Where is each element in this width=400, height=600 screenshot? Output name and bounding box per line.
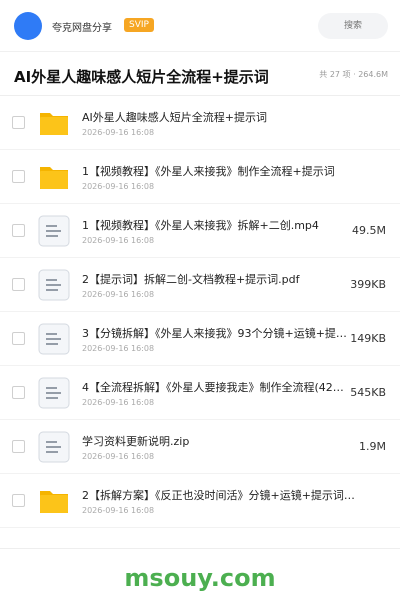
file-row[interactable]: 学习资料更新说明.zip 2026-09-16 16:08 1.9M [0,420,400,474]
item-date: 2026-09-16 16:08 [82,452,155,461]
item-name[interactable]: 1【视频教程】《外星人来接我》拆解+二创.mp4 [82,217,352,233]
file-row[interactable]: 3【分镜拆解】《外星人来接我》93个分镜+运镜+提… 2026-09-16 16:… [0,312,400,366]
item-size: 545KB [350,386,386,399]
file-row[interactable]: 1【视频教程】《外星人来接我》拆解+二创.mp4 2026-09-16 16:08… [0,204,400,258]
watermark: msouy.com [124,564,276,592]
select-checkbox[interactable] [12,116,25,129]
folder-meta: 共 27 项 · 264.6M [319,70,388,79]
folder-row[interactable]: 2【拆解方案】《反正也没时间活》分镜+运镜+提示词… 2026-09-16 16:… [0,474,400,528]
select-checkbox[interactable] [12,386,25,399]
select-checkbox[interactable] [12,170,25,183]
select-checkbox[interactable] [12,332,25,345]
item-name[interactable]: 1【视频教程】《外星人来接我》制作全流程+提示词 [82,163,372,179]
item-size: 49.5M [352,224,386,237]
select-checkbox[interactable] [12,278,25,291]
item-date: 2026-09-16 16:08 [82,506,155,515]
select-checkbox[interactable] [12,224,25,237]
item-name[interactable]: 2【提示词】拆解二创-文档教程+提示词.pdf [82,271,352,287]
select-checkbox[interactable] [12,494,25,507]
file-list: AI外星人趣味感人短片全流程+提示词 2026-09-16 16:08 1【视频教程… [0,96,400,528]
folder-row[interactable]: AI外星人趣味感人短片全流程+提示词 2026-09-16 16:08 [0,96,400,150]
document-icon [38,431,70,463]
item-date: 2026-09-16 16:08 [82,344,155,353]
item-date: 2026-09-16 16:08 [82,236,155,245]
item-name[interactable]: 4【全流程拆解】《外星人要接我走》制作全流程(42… [82,379,352,395]
item-name[interactable]: 2【拆解方案】《反正也没时间活》分镜+运镜+提示词… [82,487,372,503]
top-bar: 夸克网盘分享 SVIP [0,0,400,52]
folder-icon [38,161,70,193]
svip-badge: SVIP [124,18,154,32]
folder-row[interactable]: 1【视频教程】《外星人来接我》制作全流程+提示词 2026-09-16 16:08 [0,150,400,204]
document-icon [38,377,70,409]
item-size: 399KB [350,278,386,291]
file-row[interactable]: 4【全流程拆解】《外星人要接我走》制作全流程(42… 2026-09-16 16:… [0,366,400,420]
item-name[interactable]: 3【分镜拆解】《外星人来接我》93个分镜+运镜+提… [82,325,352,341]
folder-header: AI外星人趣味感人短片全流程+提示词 共 27 项 · 264.6M [0,52,400,96]
avatar[interactable] [14,12,42,40]
document-icon [38,323,70,355]
document-icon [38,215,70,247]
item-date: 2026-09-16 16:08 [82,398,155,407]
item-date: 2026-09-16 16:08 [82,128,155,137]
item-size: 149KB [350,332,386,345]
item-date: 2026-09-16 16:08 [82,182,155,191]
item-name[interactable]: 学习资料更新说明.zip [82,433,352,449]
folder-icon [38,107,70,139]
item-date: 2026-09-16 16:08 [82,290,155,299]
file-row[interactable]: 2【提示词】拆解二创-文档教程+提示词.pdf 2026-09-16 16:08 3… [0,258,400,312]
page-title: AI外星人趣味感人短片全流程+提示词 [14,68,269,86]
username: 夸克网盘分享 [52,23,112,34]
item-size: 1.9M [359,440,386,453]
item-name[interactable]: AI外星人趣味感人短片全流程+提示词 [82,109,372,125]
select-checkbox[interactable] [12,440,25,453]
search-input[interactable] [318,13,388,39]
document-icon [38,269,70,301]
folder-icon [38,485,70,517]
